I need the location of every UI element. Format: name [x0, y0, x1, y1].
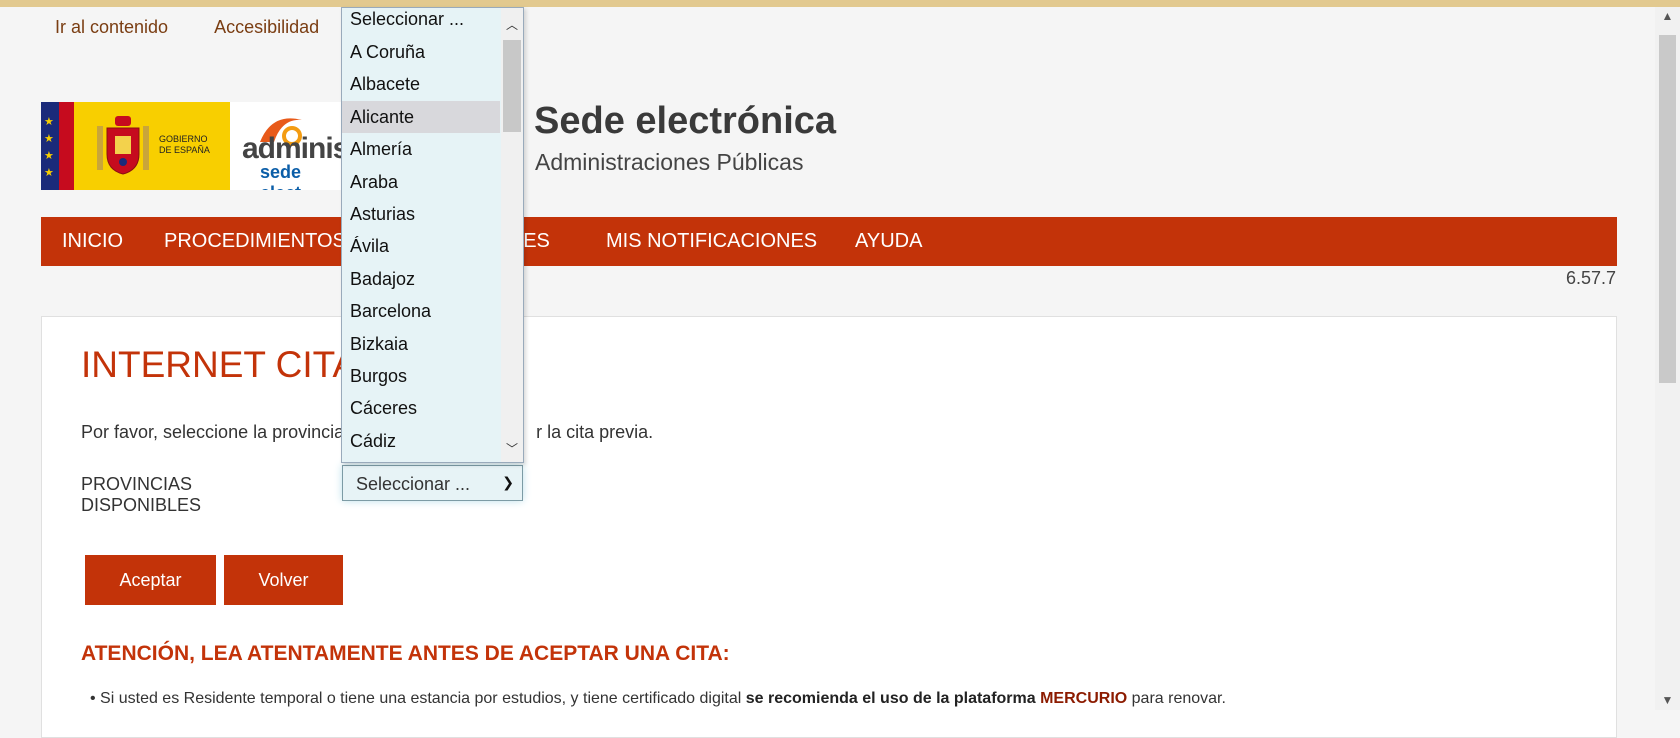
- page-title: INTERNET CITA: [81, 344, 358, 385]
- dropdown-option[interactable]: Bizkaia: [342, 328, 500, 360]
- mercurio-link[interactable]: MERCURIO: [1040, 690, 1127, 707]
- skip-links: Ir al contenido Accesibilidad: [55, 17, 361, 38]
- gobierno-espana-logo[interactable]: ★ ★ ★ ★ GOBIERNO DE ESPAÑA: [41, 102, 230, 190]
- province-dropdown-list[interactable]: Seleccionar ... A Coruña Albacete Alican…: [341, 7, 524, 463]
- gobierno-line-2: DE ESPAÑA: [159, 145, 210, 155]
- dropdown-option[interactable]: Seleccionar ...: [342, 8, 500, 36]
- bullet-text-1: Si usted es Residente temporal o tiene u…: [100, 690, 746, 707]
- dropdown-scrollbar-thumb[interactable]: [503, 40, 521, 132]
- intro-text-right: r la cita previa.: [536, 422, 654, 442]
- intro-text-left: Por favor, seleccione la provincia: [81, 422, 345, 442]
- attention-heading: ATENCIÓN, LEA ATENTAMENTE ANTES DE ACEPT…: [81, 642, 730, 665]
- dropdown-option[interactable]: Asturias: [342, 198, 500, 230]
- dropdown-option[interactable]: Barcelona: [342, 295, 500, 327]
- page-scrollbar-thumb[interactable]: [1659, 35, 1676, 383]
- province-select-value: Seleccionar ...: [356, 474, 471, 494]
- provinces-label: PROVINCIAS DISPONIBLES: [81, 474, 202, 515]
- bullet-bold-text: se recomienda el uso de la plataforma: [745, 690, 1041, 707]
- chevron-up-icon[interactable]: ︿: [501, 16, 523, 33]
- back-button[interactable]: Volver: [224, 555, 343, 605]
- site-title: Sede electrónica: [534, 100, 837, 142]
- sede-logo-text: sede elect: [260, 162, 302, 190]
- spain-flag-strip: [59, 102, 74, 190]
- dropdown-scrollbar[interactable]: ︿ ﹀: [501, 8, 523, 462]
- dropdown-option[interactable]: Cáceres: [342, 392, 500, 424]
- nav-mis-notificaciones[interactable]: MIS NOTIFICACIONES: [606, 230, 817, 253]
- dropdown-option[interactable]: Cádiz: [342, 425, 500, 457]
- dropdown-option[interactable]: Burgos: [342, 360, 500, 392]
- dropdown-option[interactable]: Ávila: [342, 230, 500, 262]
- nav-procedimientos[interactable]: PROCEDIMIENTOS: [164, 230, 346, 253]
- dropdown-option[interactable]: Albacete: [342, 68, 500, 100]
- info-bullet: • Si usted es Residente temporal o tiene…: [90, 690, 1226, 708]
- eu-stars-icon: ★ ★ ★ ★: [44, 116, 54, 179]
- nav-inicio[interactable]: INICIO: [62, 230, 123, 253]
- browser-top-bar: [0, 0, 1680, 7]
- chevron-down-icon[interactable]: ﹀: [501, 440, 523, 457]
- scroll-up-icon[interactable]: ▲: [1659, 9, 1676, 23]
- nav-ayuda[interactable]: AYUDA: [855, 230, 922, 253]
- gobierno-text: GOBIERNO DE ESPAÑA: [159, 134, 210, 156]
- bullet-dot: •: [90, 690, 101, 707]
- accept-button[interactable]: Aceptar: [85, 555, 216, 605]
- dropdown-option-highlighted[interactable]: Alicante: [342, 100, 500, 134]
- dropdown-option[interactable]: A Coruña: [342, 36, 500, 68]
- site-subtitle: Administraciones Públicas: [535, 149, 804, 175]
- dropdown-option[interactable]: Badajoz: [342, 263, 500, 295]
- version-label: 6.57.7: [1565, 268, 1616, 288]
- accessibility-link[interactable]: Accesibilidad: [214, 17, 319, 37]
- dropdown-option[interactable]: Almería: [342, 133, 500, 165]
- admin-logo-text: adminis: [242, 132, 342, 165]
- administracion-sede-logo[interactable]: adminis sede elect: [230, 102, 342, 190]
- province-select[interactable]: Seleccionar ... ❯: [342, 465, 523, 501]
- main-nav: INICIO PROCEDIMIENTOS TES MIS NOTIFICACI…: [41, 217, 1617, 266]
- coat-of-arms-icon: [97, 116, 149, 175]
- scroll-down-icon[interactable]: ▼: [1659, 693, 1676, 707]
- bullet-text-2: para renovar.: [1127, 690, 1226, 707]
- gobierno-line-1: GOBIERNO: [159, 134, 208, 144]
- skip-to-content-link[interactable]: Ir al contenido: [55, 17, 168, 37]
- dropdown-option[interactable]: Araba: [342, 166, 500, 198]
- chevron-down-icon: ❯: [502, 474, 514, 490]
- page-scrollbar[interactable]: ▲ ▼: [1655, 7, 1680, 710]
